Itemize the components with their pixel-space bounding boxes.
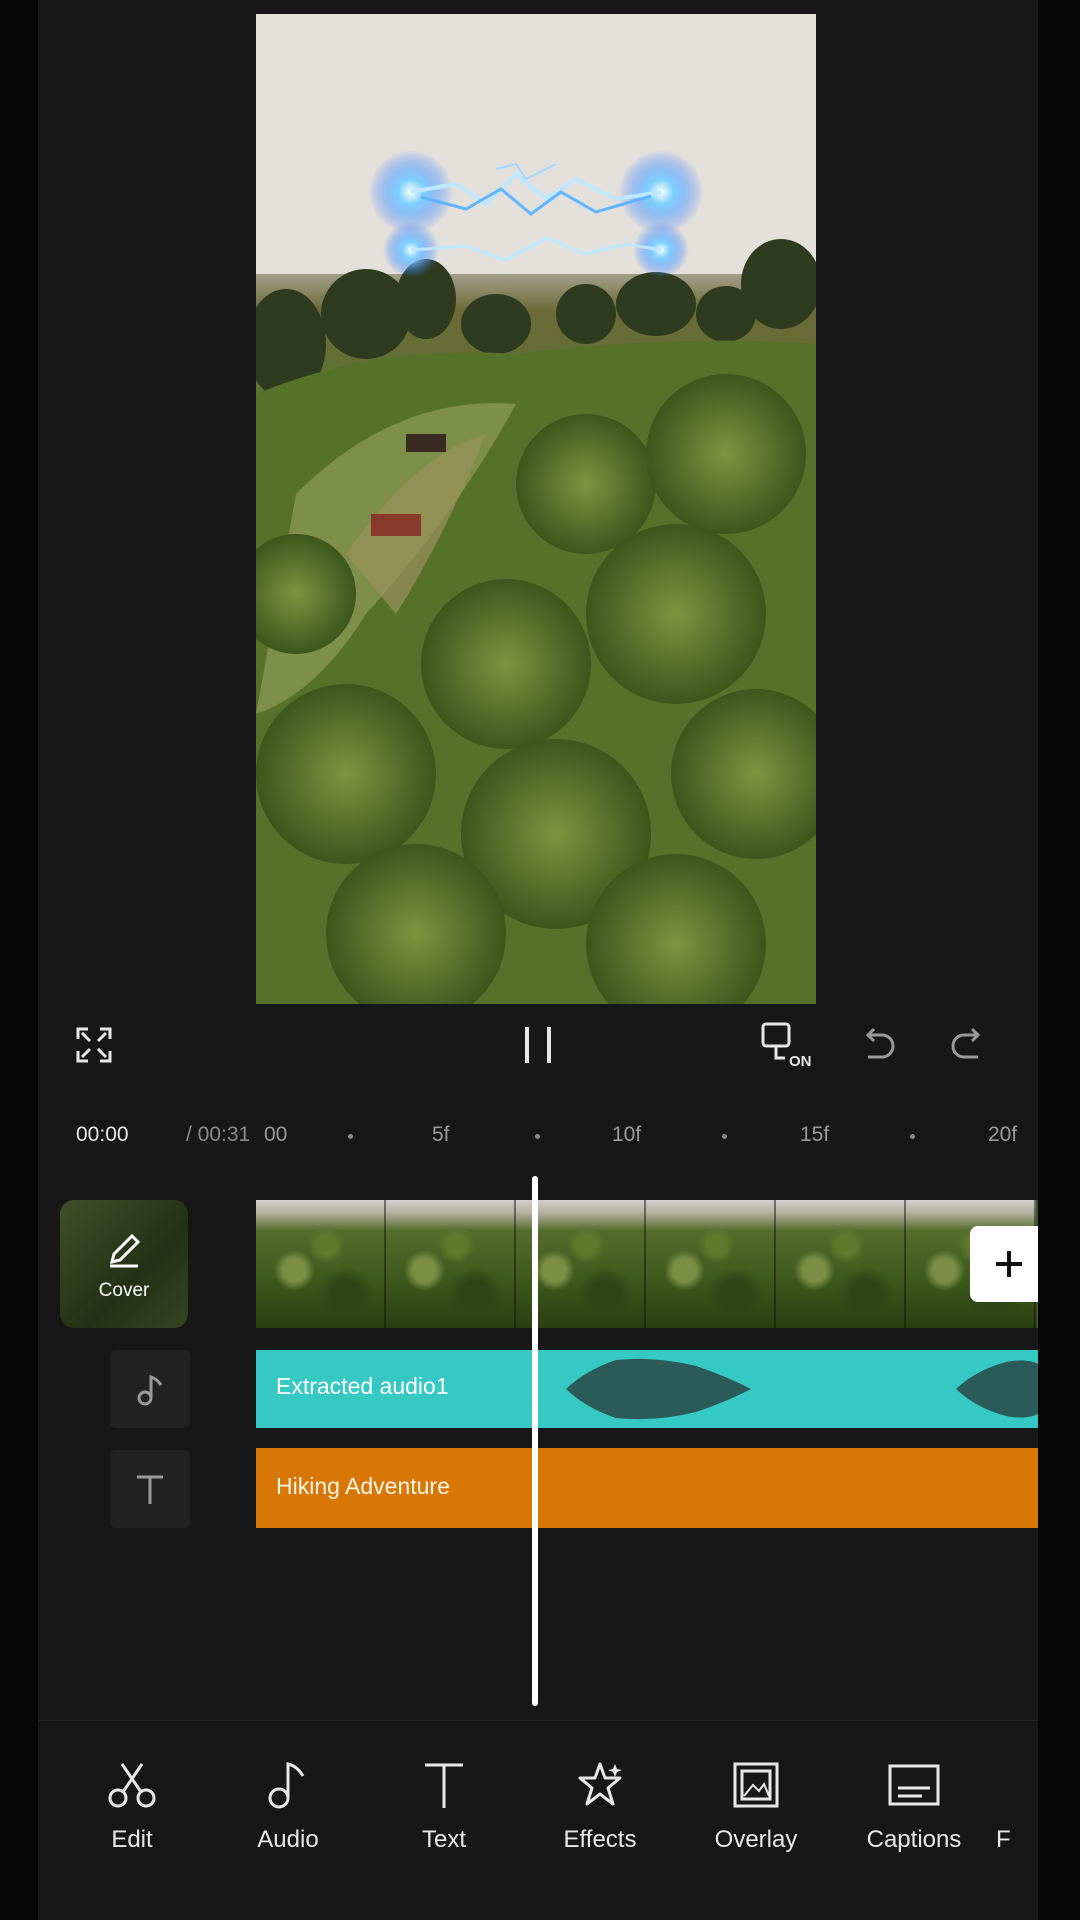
text-icon: [425, 1763, 463, 1808]
clip-frame: [776, 1200, 906, 1328]
time-ruler[interactable]: 00:00 / 00:31 00 5f 10f 15f 20f: [38, 1095, 1038, 1175]
tool-captions[interactable]: Captions: [844, 1740, 984, 1860]
text-icon: [137, 1475, 163, 1504]
tool-edit[interactable]: Edit: [62, 1740, 202, 1860]
ruler-dot: [722, 1134, 727, 1139]
plus-icon: [996, 1251, 1022, 1277]
sync-on-icon: ON: [761, 1022, 812, 1070]
text-clip-label: Hiking Adventure: [276, 1473, 450, 1499]
pencil-icon: [109, 1233, 141, 1268]
audio-track-button[interactable]: [110, 1350, 190, 1428]
cover-button[interactable]: Cover: [60, 1200, 188, 1328]
music-note-icon: [268, 1762, 305, 1809]
preview-scene: [256, 14, 816, 1004]
tool-effects[interactable]: Effects: [530, 1740, 670, 1860]
current-time: 00:00: [76, 1123, 129, 1146]
sync-toggle[interactable]: ON: [754, 1010, 824, 1080]
captions-icon: [888, 1764, 940, 1806]
video-editor: ON 00:00 / 00:31 00 5f 10f 15f 20f Cover…: [38, 0, 1038, 1920]
video-clip[interactable]: [256, 1200, 1038, 1328]
video-preview[interactable]: [256, 14, 816, 1004]
tool-cutoff-label[interactable]: F: [996, 1826, 1011, 1854]
star-effects-icon: [578, 1762, 622, 1806]
pause-icon[interactable]: [508, 1010, 568, 1080]
left-edge: [0, 0, 38, 1920]
right-edge: [1038, 0, 1080, 1920]
scissors-icon: [108, 1763, 156, 1808]
ruler-dot: [348, 1134, 353, 1139]
audio-clip[interactable]: Extracted audio1: [256, 1350, 1038, 1428]
clip-frame: [256, 1200, 386, 1328]
ruler-tick: 5f: [432, 1123, 450, 1146]
expand-icon[interactable]: [64, 1010, 124, 1080]
text-clip[interactable]: Hiking Adventure: [256, 1448, 1038, 1528]
ruler-tick: 15f: [800, 1123, 830, 1146]
total-time: / 00:31: [186, 1123, 251, 1146]
bottom-toolbar: Edit Audio Text Effects Overlay Captions: [38, 1740, 1038, 1860]
ruler-tick: 10f: [612, 1123, 642, 1146]
tool-audio[interactable]: Audio: [218, 1740, 358, 1860]
clip-frame: [386, 1200, 516, 1328]
audio-clip-label: Extracted audio1: [276, 1373, 449, 1399]
tool-text[interactable]: Text: [374, 1740, 514, 1860]
ruler-dot: [535, 1134, 540, 1139]
add-clip-button[interactable]: [970, 1226, 1038, 1302]
overlay-icon: [733, 1762, 779, 1808]
text-track-button[interactable]: [110, 1450, 190, 1528]
tool-overlay[interactable]: Overlay: [686, 1740, 826, 1860]
undo-icon[interactable]: [848, 1010, 908, 1080]
clip-frame: [646, 1200, 776, 1328]
cover-label: Cover: [98, 1280, 150, 1301]
ruler-tick: 00: [264, 1123, 288, 1146]
ruler-tick: 20f: [988, 1123, 1018, 1146]
playhead[interactable]: [532, 1176, 538, 1706]
svg-text:ON: ON: [789, 1053, 812, 1070]
ruler-dot: [910, 1134, 915, 1139]
music-note-icon: [137, 1374, 163, 1406]
redo-icon[interactable]: [938, 1010, 998, 1080]
player-controls: ON: [38, 1010, 1038, 1080]
toolbar-divider: [38, 1720, 1038, 1721]
